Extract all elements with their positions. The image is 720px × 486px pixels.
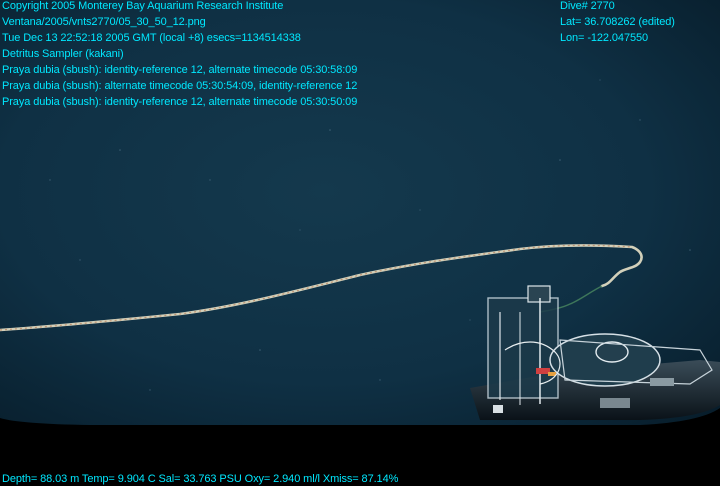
longitude-text: Lon= -122.047550 xyxy=(560,32,649,44)
timestamp-text: Tue Dec 13 22:52:18 2005 GMT (local +8) … xyxy=(2,32,301,44)
latitude-text: Lat= 36.708262 (edited) xyxy=(560,16,675,28)
annotation-line: Praya dubia (sbush): identity-reference … xyxy=(2,96,358,108)
annotation-line: Praya dubia (sbush): alternate timecode … xyxy=(2,80,358,92)
file-path-text: Ventana/2005/vnts2770/05_30_50_12.png xyxy=(2,16,206,28)
sensor-readout-text: Depth= 88.03 m Temp= 9.904 C Sal= 33.763… xyxy=(2,473,399,485)
sampler-text: Detritus Sampler (kakani) xyxy=(2,48,124,60)
copyright-text: Copyright 2005 Monterey Bay Aquarium Res… xyxy=(2,0,284,12)
dive-number-text: Dive# 2770 xyxy=(560,0,615,12)
annotation-line: Praya dubia (sbush): identity-reference … xyxy=(2,64,358,76)
